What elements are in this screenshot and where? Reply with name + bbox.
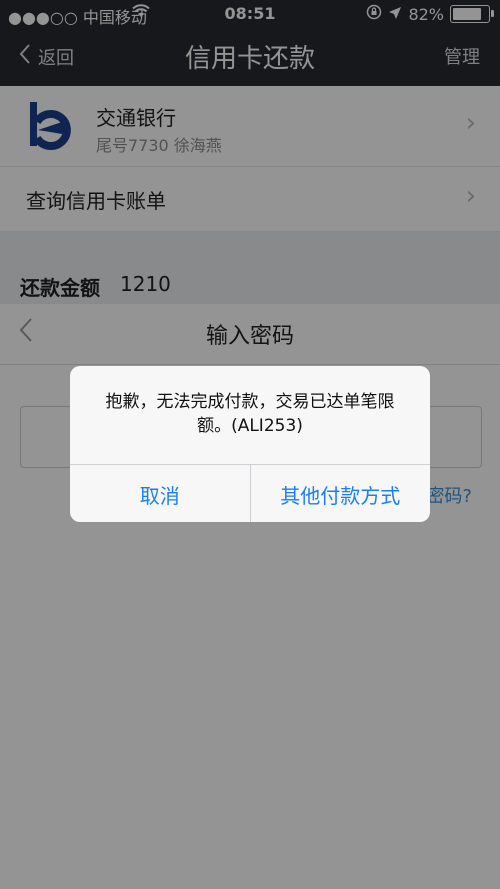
- other-payment-button[interactable]: 其他付款方式: [249, 465, 431, 522]
- cancel-button[interactable]: 取消: [70, 465, 250, 522]
- alert-buttons: 取消 其他付款方式: [70, 464, 430, 522]
- alert-message: 抱歉，无法完成付款，交易已达单笔限额。(ALI253): [105, 392, 395, 436]
- alert-dialog: 抱歉，无法完成付款，交易已达单笔限额。(ALI253) 取消 其他付款方式: [70, 366, 430, 522]
